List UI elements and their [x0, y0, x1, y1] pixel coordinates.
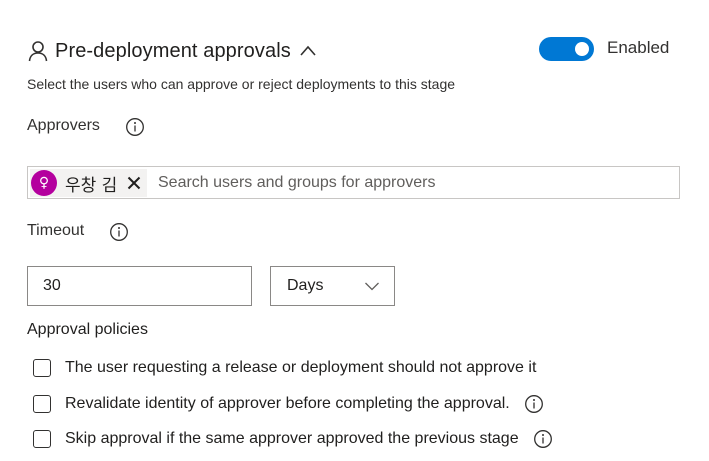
policy-label: The user requesting a release or deploym…: [65, 359, 537, 376]
close-icon[interactable]: [127, 176, 141, 190]
approvers-label: Approvers: [27, 117, 100, 134]
enabled-toggle[interactable]: [539, 37, 594, 61]
policy-checkbox[interactable]: [33, 395, 51, 413]
timeout-unit-dropdown[interactable]: Days: [270, 266, 395, 306]
info-icon[interactable]: [533, 429, 553, 449]
info-icon[interactable]: [524, 394, 544, 414]
toggle-knob: [575, 42, 589, 56]
approver-search-input[interactable]: [158, 171, 658, 195]
timeout-info-icon[interactable]: [109, 222, 129, 242]
timeout-unit-value: Days: [287, 277, 324, 294]
policy-row: Revalidate identity of approver before c…: [33, 392, 544, 416]
policy-label: Revalidate identity of approver before c…: [65, 395, 510, 412]
chevron-up-icon[interactable]: [299, 42, 317, 60]
section-title: Pre-deployment approvals: [55, 39, 291, 62]
approver-chip: ♀ 우창 김: [30, 169, 148, 197]
policy-label: Skip approval if the same approver appro…: [65, 430, 519, 447]
approvers-picker[interactable]: ♀ 우창 김: [27, 166, 680, 199]
toggle-label: Enabled: [607, 38, 670, 57]
person-icon: [28, 41, 48, 62]
section-description: Select the users who can approve or reje…: [27, 76, 456, 92]
section-header[interactable]: Pre-deployment approvals: [27, 36, 317, 66]
policy-row: Skip approval if the same approver appro…: [33, 427, 553, 451]
timeout-value-input[interactable]: [27, 266, 252, 306]
approver-name: 우창 김: [65, 175, 118, 196]
policy-checkbox[interactable]: [33, 359, 51, 377]
policy-checkbox[interactable]: [33, 430, 51, 448]
approval-policies-heading: Approval policies: [27, 321, 148, 338]
timeout-label: Timeout: [27, 222, 85, 239]
avatar: ♀: [31, 170, 57, 196]
policy-row: The user requesting a release or deploym…: [33, 356, 536, 380]
approvers-info-icon[interactable]: [125, 117, 145, 137]
chevron-down-icon: [365, 282, 379, 291]
